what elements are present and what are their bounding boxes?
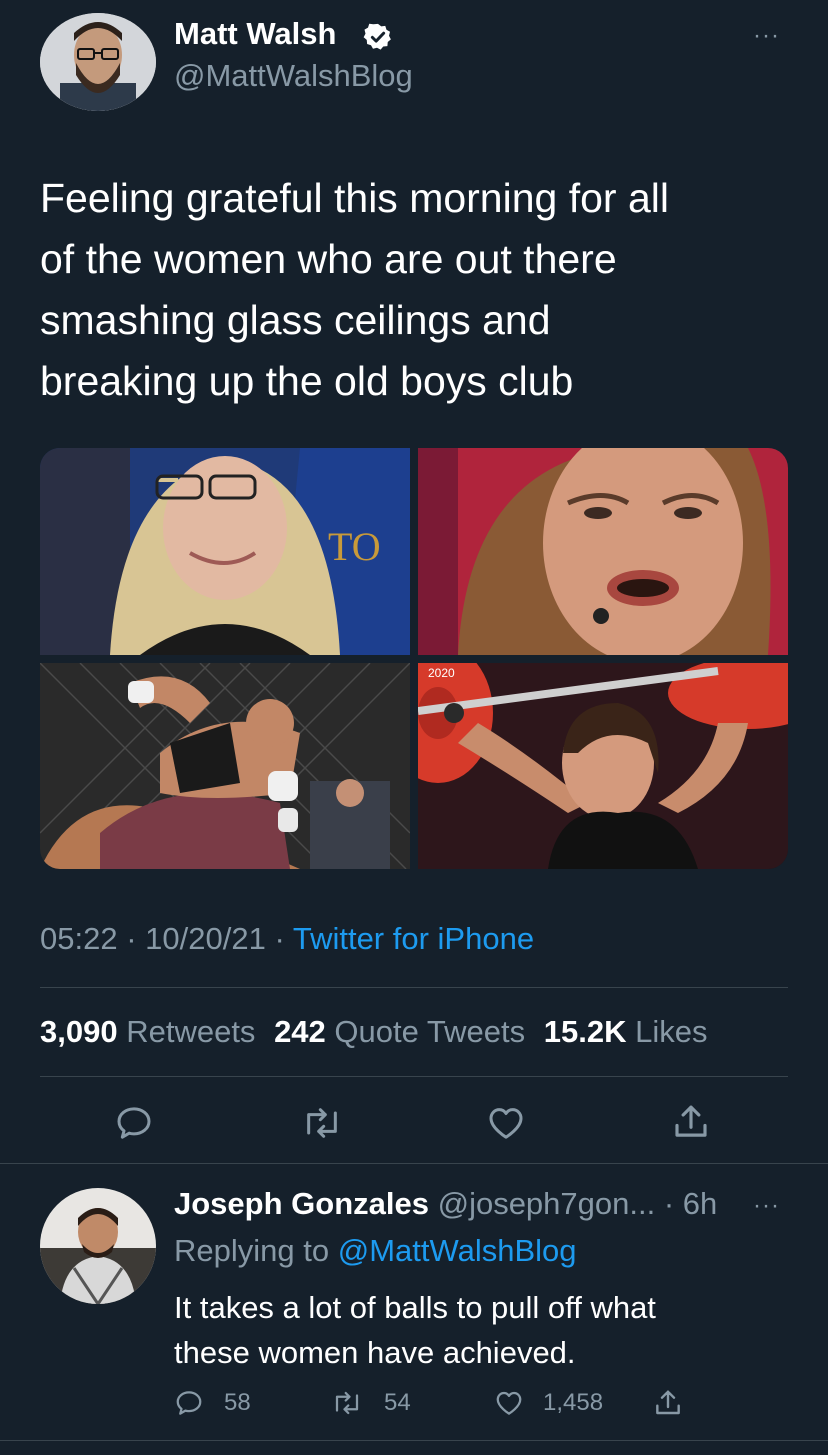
reply-icon[interactable] bbox=[114, 1103, 154, 1143]
tweet-photo-3[interactable] bbox=[40, 663, 410, 869]
retweets-stat[interactable]: 3,090 Retweets bbox=[40, 1014, 264, 1049]
tweet-source-link[interactable]: Twitter for iPhone bbox=[293, 921, 534, 956]
divider bbox=[40, 987, 788, 988]
quotes-label: Quote Tweets bbox=[334, 1014, 526, 1049]
meta-separator: · bbox=[126, 921, 137, 956]
bottom-divider bbox=[0, 1440, 828, 1441]
author-name[interactable]: Matt Walsh bbox=[174, 16, 336, 52]
reply-header: Joseph Gonzales @joseph7gon... · 6h bbox=[174, 1186, 717, 1222]
tweet-photo-1[interactable]: TO bbox=[40, 448, 410, 655]
reply-retweet-icon[interactable] bbox=[330, 1388, 364, 1418]
quotes-stat[interactable]: 242 Quote Tweets bbox=[274, 1014, 534, 1049]
verified-badge-icon bbox=[363, 22, 393, 52]
author-handle[interactable]: @MattWalshBlog bbox=[174, 58, 413, 94]
reply-author-handle[interactable]: @joseph7gon... bbox=[438, 1186, 656, 1221]
tweet-text-line: Feeling grateful this morning for all bbox=[40, 175, 669, 221]
reply-time: · 6h bbox=[663, 1186, 718, 1221]
author-avatar[interactable] bbox=[40, 13, 156, 111]
photo-woman-closeup-icon bbox=[418, 448, 788, 655]
author-avatar-image bbox=[40, 13, 156, 111]
photo-woman-glasses-icon: TO bbox=[40, 448, 410, 655]
quotes-count: 242 bbox=[274, 1014, 326, 1049]
reply-author-avatar[interactable] bbox=[40, 1188, 156, 1304]
likes-stat[interactable]: 15.2K Likes bbox=[544, 1014, 708, 1049]
section-divider bbox=[0, 1163, 828, 1164]
reply-reply-icon[interactable] bbox=[174, 1388, 204, 1418]
reply-text-line: It takes a lot of balls to pull off what bbox=[174, 1290, 656, 1325]
photo-mma-fight-icon bbox=[40, 663, 410, 869]
tweet-photo-2[interactable] bbox=[418, 448, 788, 655]
reply-replies-count: 58 bbox=[224, 1389, 251, 1416]
more-options-icon[interactable]: ··· bbox=[753, 22, 780, 50]
divider bbox=[40, 1076, 788, 1077]
replying-to: Replying to @MattWalshBlog bbox=[174, 1233, 577, 1269]
tweet-text-line: smashing glass ceilings and bbox=[40, 297, 551, 343]
reply-author-name[interactable]: Joseph Gonzales bbox=[174, 1186, 429, 1221]
plate-overlay-text: 2020 bbox=[428, 666, 455, 680]
tweet-meta: 05:22 · 10/20/21 · Twitter for iPhone bbox=[40, 921, 534, 957]
tweet-time: 05:22 bbox=[40, 921, 118, 956]
reply-avatar-image bbox=[40, 1188, 156, 1304]
retweets-count: 3,090 bbox=[40, 1014, 118, 1049]
tweet-text: Feeling grateful this morning for all of… bbox=[40, 168, 800, 412]
reply-more-options-icon[interactable]: ··· bbox=[753, 1192, 780, 1220]
reply-like-icon[interactable] bbox=[493, 1388, 525, 1418]
likes-count: 15.2K bbox=[543, 1014, 627, 1049]
reply-share-icon[interactable] bbox=[652, 1386, 684, 1420]
photo-overlay-text: TO bbox=[328, 524, 381, 569]
tweet-photo-4[interactable]: 2020 bbox=[418, 663, 788, 869]
likes-label: Likes bbox=[635, 1014, 708, 1049]
tweet-text-line: of the women who are out there bbox=[40, 236, 617, 282]
retweets-label: Retweets bbox=[126, 1014, 256, 1049]
replying-to-handle[interactable]: @MattWalshBlog bbox=[338, 1233, 577, 1268]
replying-to-prefix: Replying to bbox=[174, 1233, 330, 1268]
tweet-text-line: breaking up the old boys club bbox=[40, 358, 574, 404]
tweet-date: 10/20/21 bbox=[145, 921, 266, 956]
reply-text-line: these women have achieved. bbox=[174, 1335, 576, 1370]
like-icon[interactable] bbox=[485, 1103, 527, 1143]
reply-retweets-count: 54 bbox=[384, 1389, 411, 1416]
photo-weightlifter-icon: 2020 bbox=[418, 663, 788, 869]
share-icon[interactable] bbox=[670, 1100, 712, 1144]
retweet-icon[interactable] bbox=[300, 1103, 344, 1143]
meta-separator: · bbox=[274, 921, 285, 956]
reply-likes-count: 1,458 bbox=[543, 1389, 604, 1416]
reply-text: It takes a lot of balls to pull off what… bbox=[174, 1285, 794, 1375]
tweet-stats: 3,090 Retweets 242 Quote Tweets 15.2K Li… bbox=[40, 1014, 708, 1050]
